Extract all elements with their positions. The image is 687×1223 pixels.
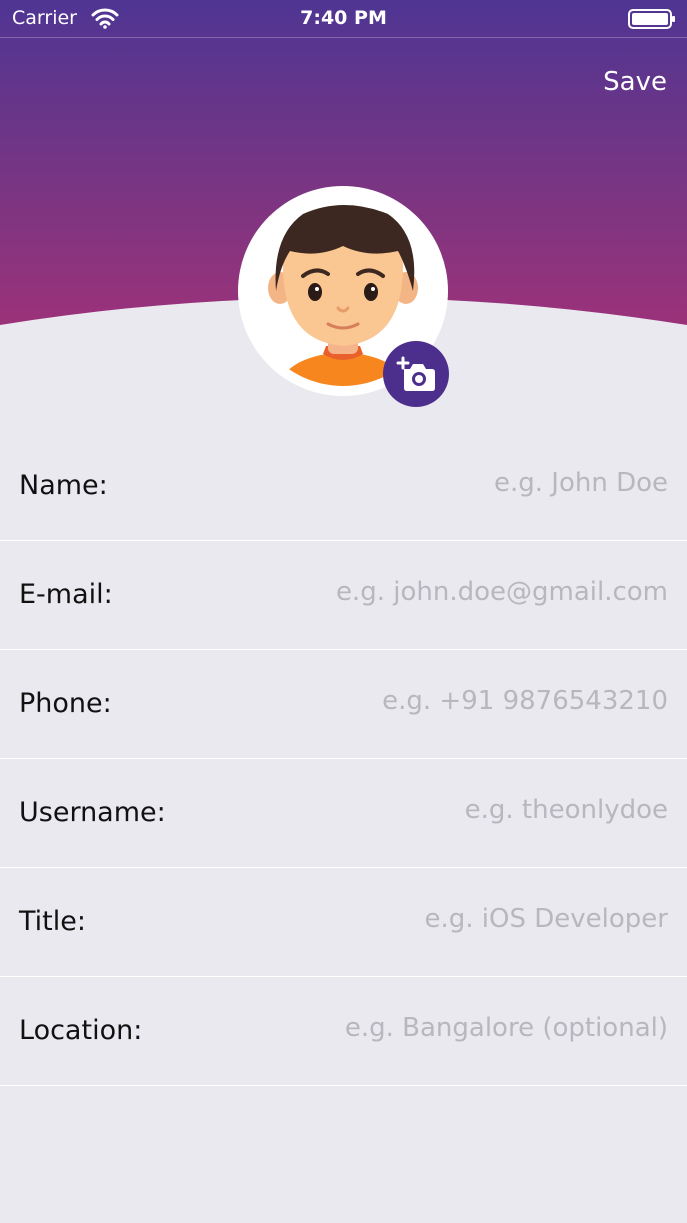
title-row: Title:: [0, 868, 687, 977]
email-label: E-mail:: [19, 579, 113, 610]
phone-row: Phone:: [0, 650, 687, 759]
profile-form: Name: E-mail: Phone: Username: Title: Lo…: [0, 432, 687, 1086]
add-photo-button[interactable]: [383, 341, 449, 407]
location-label: Location:: [19, 1015, 143, 1046]
status-bar: Carrier 7:40 PM: [0, 0, 687, 38]
save-button[interactable]: Save: [603, 67, 667, 97]
status-time: 7:40 PM: [300, 7, 387, 29]
email-input[interactable]: [198, 572, 668, 612]
email-row: E-mail:: [0, 541, 687, 650]
phone-input[interactable]: [198, 681, 668, 721]
battery-icon: [628, 9, 675, 29]
location-row: Location:: [0, 977, 687, 1086]
name-row: Name:: [0, 432, 687, 541]
username-input[interactable]: [198, 790, 668, 830]
username-label: Username:: [19, 797, 166, 828]
name-input[interactable]: [198, 463, 668, 503]
username-row: Username:: [0, 759, 687, 868]
title-input[interactable]: [198, 899, 668, 939]
name-label: Name:: [19, 470, 108, 501]
location-input[interactable]: [198, 1008, 668, 1048]
phone-label: Phone:: [19, 688, 112, 719]
add-camera-icon: [396, 356, 435, 391]
title-label: Title:: [19, 906, 86, 937]
